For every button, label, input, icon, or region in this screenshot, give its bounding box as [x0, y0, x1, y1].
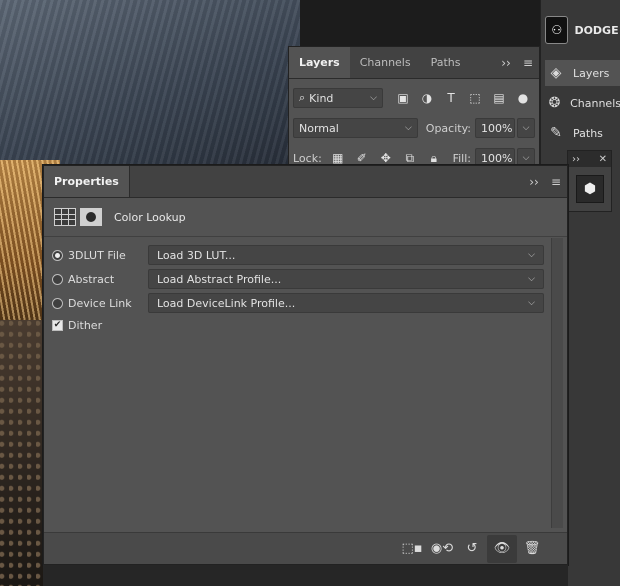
collapsed-panel: ›› ✕ ⬢	[567, 150, 612, 212]
blend-mode-value: Normal	[299, 121, 339, 135]
lock-position-icon[interactable]: ✥	[374, 151, 398, 165]
adjustment-title: Color Lookup	[114, 210, 186, 224]
layers-icon: ◈	[550, 65, 562, 81]
image-filter-icon[interactable]: ▣	[391, 91, 415, 105]
radio-abstract[interactable]	[52, 273, 63, 285]
dock-item-label: Layers	[573, 66, 610, 80]
expand-icon[interactable]: ››	[572, 154, 580, 165]
type-filter-icon[interactable]: T	[439, 91, 463, 105]
document-title: DODGE A	[574, 23, 620, 37]
blend-mode-select[interactable]: Normal ⌵	[293, 118, 418, 138]
lock-all-icon[interactable]: 🔒︎	[422, 151, 446, 166]
dock-item-label: Channels	[570, 96, 620, 110]
close-icon[interactable]: ✕	[599, 154, 607, 165]
layers-filter-row: ⌕ Kind ⌵ ▣ ◑ T ⬚ ▤ ●	[293, 87, 535, 109]
chevron-down-icon: ⌵	[528, 298, 535, 308]
chevron-down-icon: ⌵	[528, 274, 535, 284]
panel-menu-icon[interactable]: ≡	[517, 47, 539, 78]
abstract-profile-select[interactable]: Load Abstract Profile... ⌵	[148, 269, 544, 289]
dock-item-paths[interactable]: ✎ Paths	[545, 120, 620, 146]
lock-label: Lock:	[293, 151, 322, 165]
collapsed-panel-header: ›› ✕	[568, 151, 611, 167]
reset-adjustment-icon[interactable]: ↺	[457, 535, 487, 563]
lock-transparent-icon[interactable]: ▦	[326, 151, 350, 165]
option-label: 3DLUT File	[68, 248, 126, 262]
select-value: Load 3D LUT...	[157, 248, 236, 262]
dither-checkbox[interactable]: ✔	[52, 319, 63, 331]
chevron-down-icon: ⌵	[522, 153, 530, 163]
radio-device-link[interactable]	[52, 297, 63, 309]
filter-kind-select[interactable]: ⌕ Kind ⌵	[293, 88, 383, 108]
filter-kind-value: Kind	[309, 91, 334, 105]
properties-header: Color Lookup	[54, 206, 186, 228]
dock-item-channels[interactable]: ❂ Channels	[545, 90, 620, 116]
document-thumbnail: ⚇	[545, 16, 569, 44]
option-label: Abstract	[68, 272, 115, 286]
properties-panel-tabs: Properties ›› ≡	[44, 166, 567, 198]
chevron-down-icon: ⌵	[522, 123, 530, 133]
panel-bottom-strip	[43, 565, 568, 586]
3dlut-file-select[interactable]: Load 3D LUT... ⌵	[148, 245, 544, 265]
tab-properties[interactable]: Properties	[44, 166, 130, 197]
chevron-down-icon: ⌵	[528, 250, 535, 260]
layer-mask-icon[interactable]	[80, 208, 102, 226]
select-value: Load DeviceLink Profile...	[157, 296, 296, 310]
adjustment-grid-icon[interactable]	[54, 208, 76, 226]
opacity-input[interactable]: 100%	[475, 118, 515, 138]
shape-filter-icon[interactable]: ⬚	[463, 91, 487, 105]
fill-label: Fill:	[452, 151, 471, 165]
layers-panel: Layers Channels Paths ›› ≡ ⌕ Kind ⌵ ▣ ◑ …	[288, 46, 540, 170]
header-divider	[44, 236, 567, 237]
lock-pixels-icon[interactable]: ✐	[350, 151, 374, 165]
tab-channels[interactable]: Channels	[350, 47, 421, 78]
layers-panel-tabs: Layers Channels Paths ›› ≡	[289, 47, 539, 79]
tab-layers[interactable]: Layers	[289, 47, 350, 78]
layers-blend-row: Normal ⌵ Opacity: 100% ⌵	[293, 117, 535, 139]
panel-menu-icon[interactable]: ≡	[545, 166, 567, 197]
clip-to-layer-icon[interactable]: ⬚▪	[397, 535, 427, 563]
dither-label: Dither	[68, 318, 103, 332]
collapse-panel-icon[interactable]: ››	[495, 47, 517, 78]
opacity-dropdown[interactable]: ⌵	[517, 118, 535, 138]
properties-footer: ⬚▪ ◉⟲ ↺ 👁︎ 🗑︎	[44, 532, 567, 564]
3d-cube-icon[interactable]: ⬢	[576, 175, 604, 203]
collapse-panel-icon[interactable]: ››	[523, 166, 545, 197]
option-abstract: Abstract Load Abstract Profile... ⌵	[52, 268, 544, 290]
option-device-link: Device Link Load DeviceLink Profile... ⌵	[52, 292, 544, 314]
lock-artboard-icon[interactable]: ⧉	[398, 151, 422, 166]
tab-paths[interactable]: Paths	[421, 47, 471, 78]
opacity-label: Opacity:	[425, 121, 471, 135]
filter-toggle-icon[interactable]: ●	[511, 91, 535, 105]
dock-item-layers[interactable]: ◈ Layers	[545, 60, 620, 86]
chevron-down-icon: ⌵	[370, 93, 377, 103]
delete-adjustment-icon[interactable]: 🗑︎	[517, 535, 547, 563]
chevron-down-icon: ⌵	[404, 123, 412, 133]
properties-scrollbar[interactable]	[551, 238, 563, 528]
channels-icon: ❂	[548, 95, 561, 111]
option-dither: ✔ Dither	[52, 314, 544, 336]
search-icon: ⌕	[299, 91, 306, 104]
option-3dlut: 3DLUT File Load 3D LUT... ⌵	[52, 244, 544, 266]
dock-item-label: Paths	[573, 126, 603, 140]
select-value: Load Abstract Profile...	[157, 272, 282, 286]
document-thumbnail-entry[interactable]: ⚇ DODGE A	[545, 14, 620, 46]
radio-3dlut-file[interactable]	[52, 249, 63, 261]
devicelink-profile-select[interactable]: Load DeviceLink Profile... ⌵	[148, 293, 544, 313]
paths-icon: ✎	[550, 125, 562, 141]
adjustment-filter-icon[interactable]: ◑	[415, 91, 439, 105]
view-previous-state-icon[interactable]: ◉⟲	[427, 535, 457, 563]
smart-object-filter-icon[interactable]: ▤	[487, 91, 511, 105]
option-label: Device Link	[68, 296, 132, 310]
toggle-visibility-icon[interactable]: 👁︎	[487, 534, 517, 563]
properties-panel: Properties ›› ≡ Color Lookup 3DLUT File …	[43, 165, 568, 565]
